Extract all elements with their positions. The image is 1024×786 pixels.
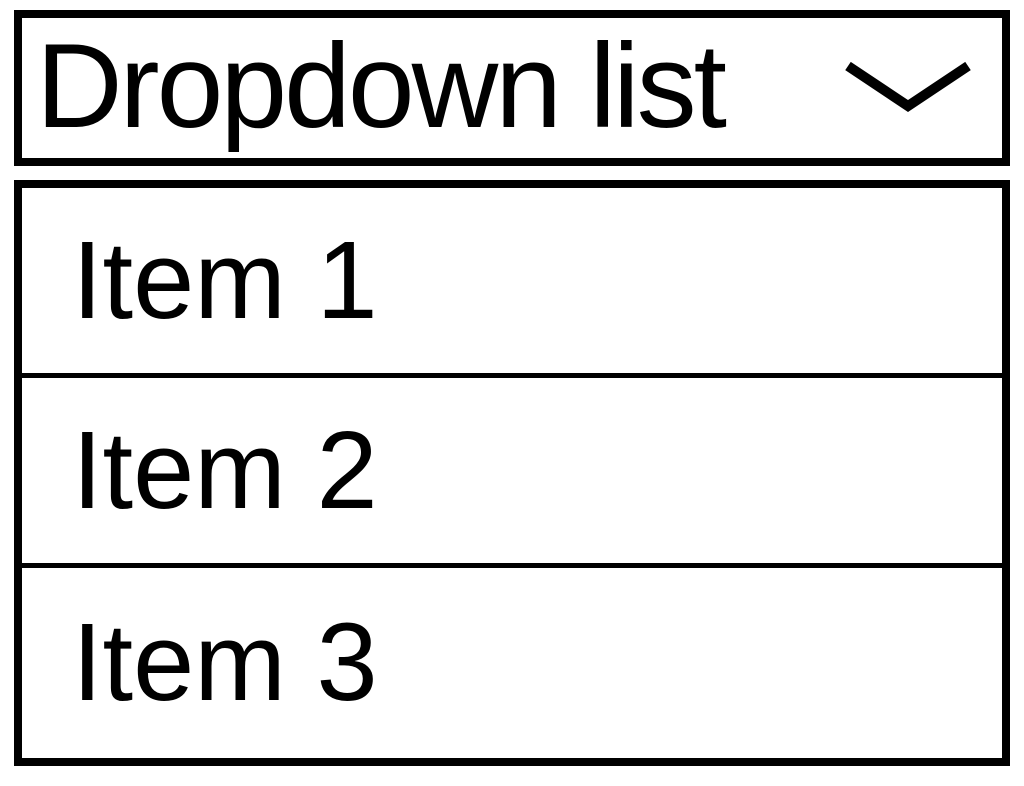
dropdown-item-2[interactable]: Item 2: [22, 378, 1002, 568]
dropdown-item-label: Item 1: [72, 226, 378, 336]
dropdown-list: Item 1 Item 2 Item 3: [14, 180, 1010, 766]
dropdown-toggle[interactable]: Dropdown list: [14, 10, 1010, 166]
dropdown-container: Dropdown list Item 1 Item 2 Item 3: [0, 0, 1024, 776]
dropdown-item-label: Item 3: [72, 608, 378, 718]
dropdown-item-3[interactable]: Item 3: [22, 568, 1002, 758]
dropdown-item-label: Item 2: [72, 416, 378, 526]
chevron-down-icon: [838, 51, 978, 121]
dropdown-label: Dropdown list: [36, 26, 724, 146]
dropdown-item-1[interactable]: Item 1: [22, 188, 1002, 378]
